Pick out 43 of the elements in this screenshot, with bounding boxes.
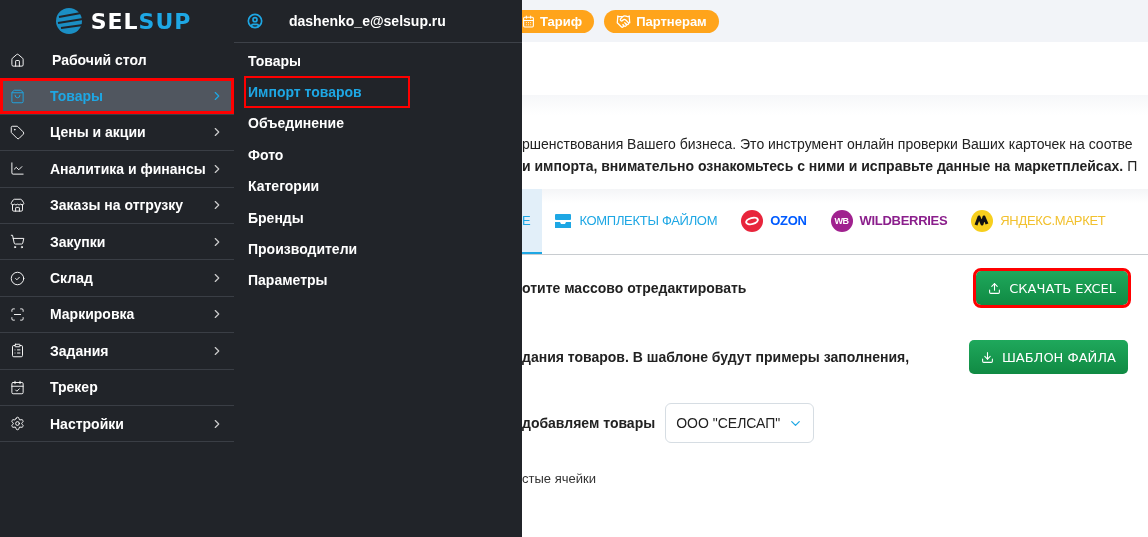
yandex-logo-icon [971,209,994,232]
cart-icon [10,234,25,250]
sidebar-item[interactable]: Заказы на отгрузку [0,187,234,224]
upload-icon [988,281,1002,295]
note-text: стые ячейки [522,470,596,486]
logo-text: SELSUP [90,8,192,34]
company-select[interactable]: ООО "СЕЛСАП" [665,403,815,443]
submenu-item[interactable]: Импорт товаров [244,76,410,108]
row-text: дания товаров. В шаблоне будут примеры заполнения, [522,349,911,365]
checklist-icon [10,343,25,359]
submenu-item[interactable]: Категории [244,170,410,202]
submenu-item[interactable]: Бренды [244,201,410,234]
intro-text: ршенствования Вашего бизнеса. Это инструмент онлайн проверки Ваших карточек на соотве [522,135,1134,154]
template-button[interactable]: ШАБЛОН ФАЙЛА [968,340,1128,374]
wb-badge: WB [830,209,853,232]
sidebar-item[interactable]: Рабочий стол [0,42,234,79]
user-icon [247,13,263,29]
settings-icon [10,416,25,432]
marketplace-tab[interactable]: WB WILDBERRIES [818,189,960,254]
download-icon [980,350,994,364]
submenu-item[interactable]: Производители [244,233,410,265]
store-icon [10,197,25,213]
scan-icon [10,306,25,322]
tag-icon [10,124,25,140]
line-chart-icon [10,161,25,177]
intro-text: и импорта, внимательно ознакомьтесь с ними и исправьте данные на маркетплейсах. П [522,157,1139,176]
check-circle-icon [10,270,25,286]
download-excel-button[interactable]: СКАЧАТЬ EXCEL [976,271,1128,305]
marketplace-tab[interactable]: OZON [729,189,819,254]
user-email: dashenko_e@selsup.ru [289,13,446,29]
home-icon [10,52,25,68]
calendar-check-icon [10,379,25,395]
submenu-item[interactable]: Фото [244,139,410,171]
submenu-item[interactable]: Параметры [244,264,410,297]
submenu-item[interactable]: Объединение [244,107,410,140]
row-text: отите массово отредактировать [522,280,748,296]
handshake-icon [616,13,632,29]
shopping-bag-icon [10,88,25,104]
ozon-logo-icon [741,209,764,232]
row-text: добавляем товары [522,415,656,431]
submenu-item[interactable]: Товары [244,45,410,77]
calendar-icon [522,14,535,28]
tray-icon [554,212,573,229]
